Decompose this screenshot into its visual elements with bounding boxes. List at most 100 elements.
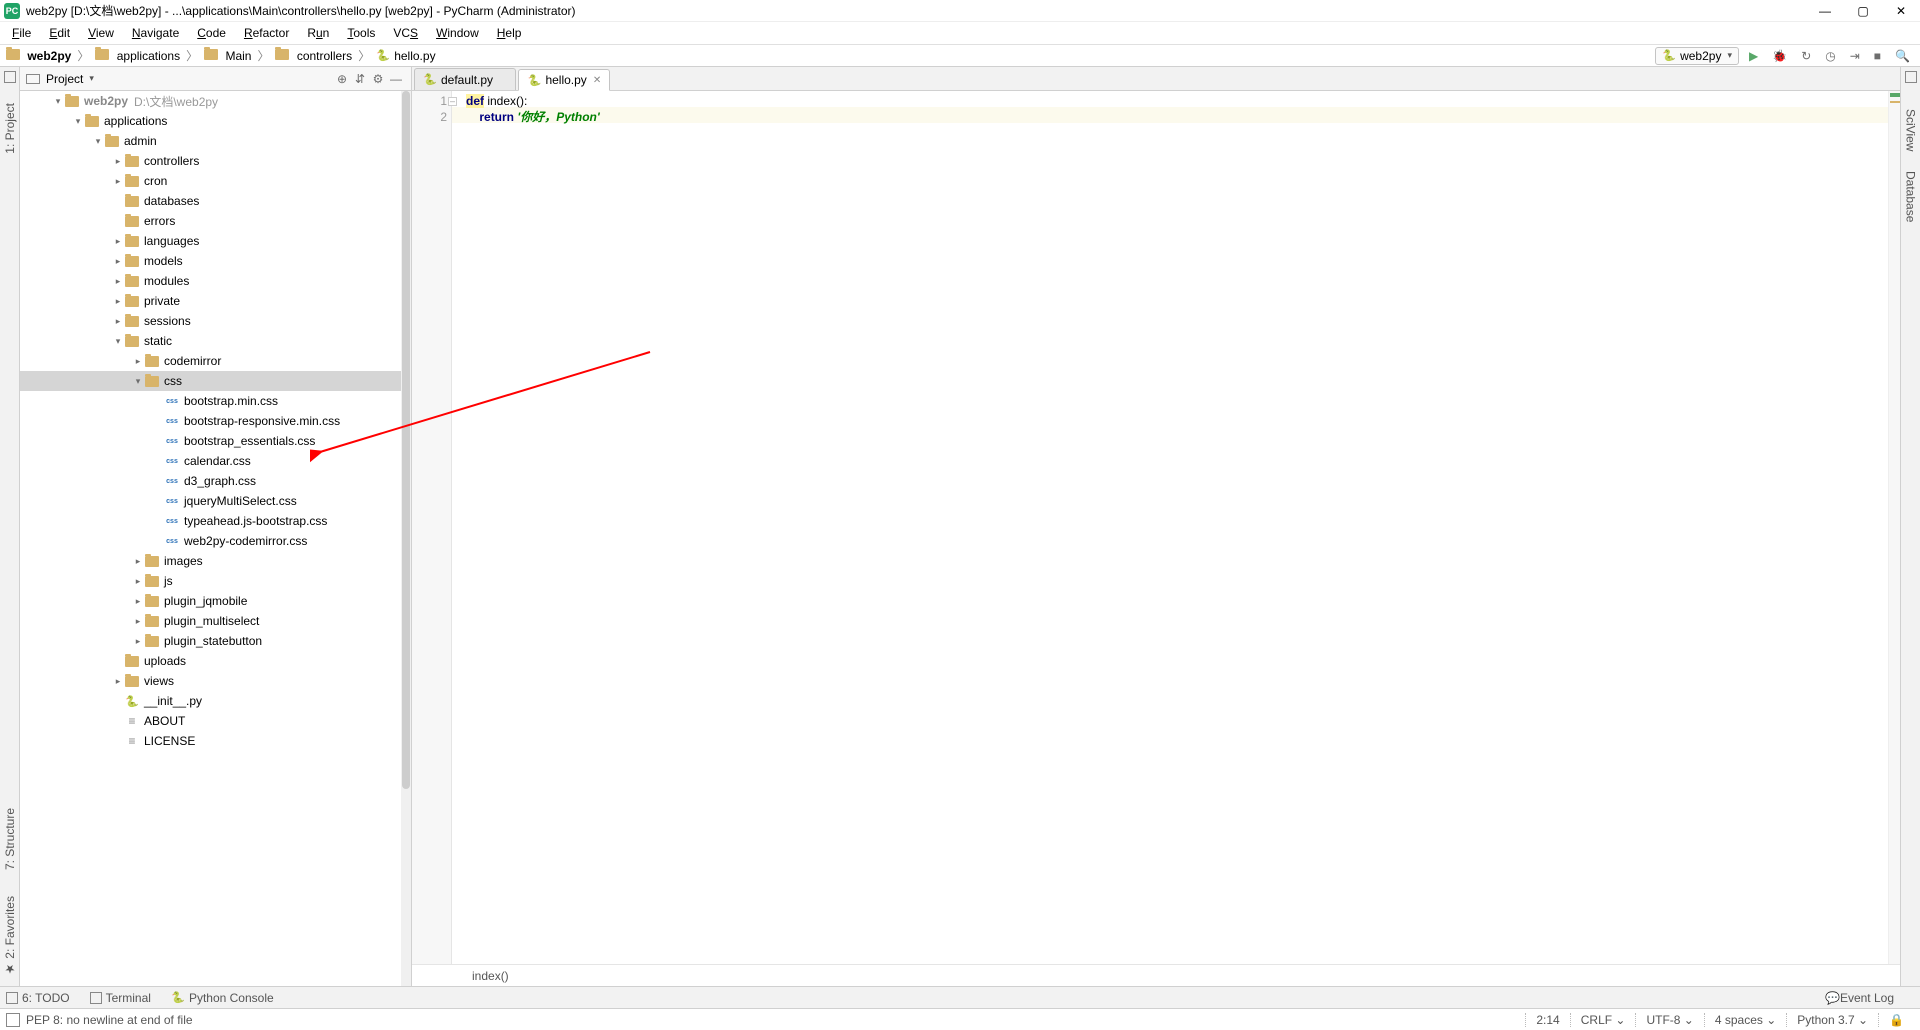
status-bar: PEP 8: no newline at end of file 2:14 CR… — [0, 1008, 1920, 1030]
crumb-file[interactable]: hello.py — [374, 49, 437, 63]
gear-icon[interactable]: ⚙ — [369, 72, 387, 86]
tree-folder-sessions[interactable]: ▸sessions — [20, 311, 411, 331]
menu-run[interactable]: Run — [299, 24, 337, 42]
tree-file-css[interactable]: jqueryMultiSelect.css — [20, 491, 411, 511]
editor-breadcrumb[interactable]: index() — [412, 964, 1900, 986]
tool-window-favorites[interactable]: ★ 2: Favorites — [3, 896, 17, 976]
collapse-icon[interactable]: ⇵ — [351, 72, 369, 86]
menu-window[interactable]: Window — [428, 24, 487, 42]
tree-folder-cron[interactable]: ▸cron — [20, 171, 411, 191]
menu-navigate[interactable]: Navigate — [124, 24, 187, 42]
tool-window-terminal[interactable]: Terminal — [90, 991, 151, 1005]
tree-folder-codemirror[interactable]: ▸codemirror — [20, 351, 411, 371]
project-title[interactable]: Project▾ — [46, 72, 94, 86]
project-view-icon — [26, 74, 40, 84]
tree-folder-plugin-multiselect[interactable]: ▸plugin_multiselect — [20, 611, 411, 631]
crumb-applications[interactable]: applications — [93, 49, 182, 63]
stop-button[interactable]: ■ — [1874, 49, 1881, 63]
status-position[interactable]: 2:14 — [1525, 1013, 1569, 1027]
menu-refactor[interactable]: Refactor — [236, 24, 297, 42]
project-tree[interactable]: ▾ web2py D:\文档\web2py ▾applications ▾adm… — [20, 91, 411, 986]
tree-root[interactable]: ▾ web2py D:\文档\web2py — [20, 91, 411, 111]
tree-file-css[interactable]: bootstrap.min.css — [20, 391, 411, 411]
tool-window-database[interactable]: Database — [1904, 171, 1918, 222]
tree-folder-modules[interactable]: ▸modules — [20, 271, 411, 291]
tree-folder-uploads[interactable]: ▸uploads — [20, 651, 411, 671]
tree-folder-databases[interactable]: ▸databases — [20, 191, 411, 211]
search-everywhere-button[interactable]: 🔍 — [1895, 49, 1910, 63]
tab-close-icon[interactable]: ✕ — [593, 75, 601, 86]
tree-folder-views[interactable]: ▸views — [20, 671, 411, 691]
tree-file-about[interactable]: ABOUT — [20, 711, 411, 731]
css-file-icon — [164, 434, 180, 448]
tree-file-css[interactable]: calendar.css — [20, 451, 411, 471]
tree-folder-plugin-jqmobile[interactable]: ▸plugin_jqmobile — [20, 591, 411, 611]
coverage-button[interactable]: ↻ — [1801, 49, 1811, 63]
python-icon — [171, 991, 185, 1005]
tree-folder-languages[interactable]: ▸languages — [20, 231, 411, 251]
warning-mark[interactable] — [1890, 101, 1900, 103]
project-scrollbar[interactable] — [401, 91, 411, 986]
menu-edit[interactable]: Edit — [41, 24, 78, 42]
locate-icon[interactable]: ⊕ — [333, 72, 351, 86]
status-interpreter[interactable]: Python 3.7 ⌄ — [1786, 1013, 1878, 1027]
tree-file-css[interactable]: bootstrap-responsive.min.css — [20, 411, 411, 431]
tool-window-project[interactable]: 1: Project — [3, 103, 17, 154]
code-area[interactable]: def index(): return '你好，Python' — [452, 91, 1900, 964]
menu-file[interactable]: File — [4, 24, 39, 42]
line-gutter[interactable]: 1– 2 — [412, 91, 452, 964]
error-stripe[interactable] — [1888, 91, 1900, 964]
tree-folder-plugin-statebutton[interactable]: ▸plugin_statebutton — [20, 631, 411, 651]
status-lock-icon[interactable]: 🔒 — [1878, 1013, 1914, 1027]
tool-windows-toggle-icon[interactable] — [6, 1013, 20, 1027]
hide-panel-icon[interactable]: — — [387, 72, 405, 86]
tree-file-license[interactable]: LICENSE — [20, 731, 411, 751]
tool-window-python-console[interactable]: Python Console — [171, 991, 274, 1005]
tool-strip-square-icon[interactable] — [4, 71, 16, 83]
tool-window-structure[interactable]: 7: Structure — [3, 808, 17, 870]
tree-folder-models[interactable]: ▸models — [20, 251, 411, 271]
tree-folder-applications[interactable]: ▾applications — [20, 111, 411, 131]
crumb-controllers[interactable]: controllers — [273, 49, 354, 63]
run-config-selector[interactable]: web2py ▾ — [1655, 47, 1739, 65]
tree-file-css[interactable]: bootstrap_essentials.css — [20, 431, 411, 451]
tree-folder-admin[interactable]: ▾admin — [20, 131, 411, 151]
status-encoding[interactable]: UTF-8 ⌄ — [1635, 1013, 1703, 1027]
tree-folder-controllers[interactable]: ▸controllers — [20, 151, 411, 171]
profile-button[interactable]: ◷ — [1825, 49, 1835, 63]
tool-window-sciview[interactable]: SciView — [1904, 109, 1918, 151]
tool-window-todo[interactable]: 6: TODO — [6, 991, 70, 1005]
tool-window-event-log[interactable]: 💬 Event Log — [1825, 991, 1894, 1005]
scrollbar-thumb[interactable] — [402, 91, 410, 789]
crumb-root[interactable]: web2py — [4, 49, 73, 63]
tree-file-css[interactable]: d3_graph.css — [20, 471, 411, 491]
tree-folder-css[interactable]: ▾css — [20, 371, 411, 391]
menu-vcs[interactable]: VCS — [385, 24, 426, 42]
tree-file-css[interactable]: web2py-codemirror.css — [20, 531, 411, 551]
tree-folder-images[interactable]: ▸images — [20, 551, 411, 571]
status-indent[interactable]: 4 spaces ⌄ — [1704, 1013, 1786, 1027]
tab-default-py[interactable]: default.py ✕ — [414, 68, 516, 90]
debug-button[interactable]: 🐞 — [1772, 49, 1787, 63]
tree-folder-private[interactable]: ▸private — [20, 291, 411, 311]
tab-hello-py[interactable]: hello.py ✕ — [518, 69, 610, 91]
tool-strip-square-icon[interactable] — [1905, 71, 1917, 83]
tree-file-init[interactable]: __init__.py — [20, 691, 411, 711]
tree-folder-static[interactable]: ▾static — [20, 331, 411, 351]
crumb-main[interactable]: Main — [202, 49, 253, 63]
tree-folder-js[interactable]: ▸js — [20, 571, 411, 591]
menu-code[interactable]: Code — [189, 24, 234, 42]
minimize-button[interactable]: — — [1818, 4, 1832, 18]
tree-file-css[interactable]: typeahead.js-bootstrap.css — [20, 511, 411, 531]
status-line-ending[interactable]: CRLF ⌄ — [1570, 1013, 1636, 1027]
run-button[interactable]: ▶ — [1749, 49, 1758, 63]
menu-tools[interactable]: Tools — [339, 24, 383, 42]
menu-view[interactable]: View — [80, 24, 122, 42]
close-button[interactable]: ✕ — [1894, 4, 1908, 18]
maximize-button[interactable]: ▢ — [1856, 4, 1870, 18]
menu-help[interactable]: Help — [489, 24, 530, 42]
title-bar: PC web2py [D:\文档\web2py] - ...\applicati… — [0, 0, 1920, 22]
tree-folder-errors[interactable]: ▸errors — [20, 211, 411, 231]
attach-button[interactable]: ⇥ — [1850, 49, 1860, 63]
editor-body[interactable]: 1– 2 def index(): return '你好，Python' — [412, 91, 1900, 964]
